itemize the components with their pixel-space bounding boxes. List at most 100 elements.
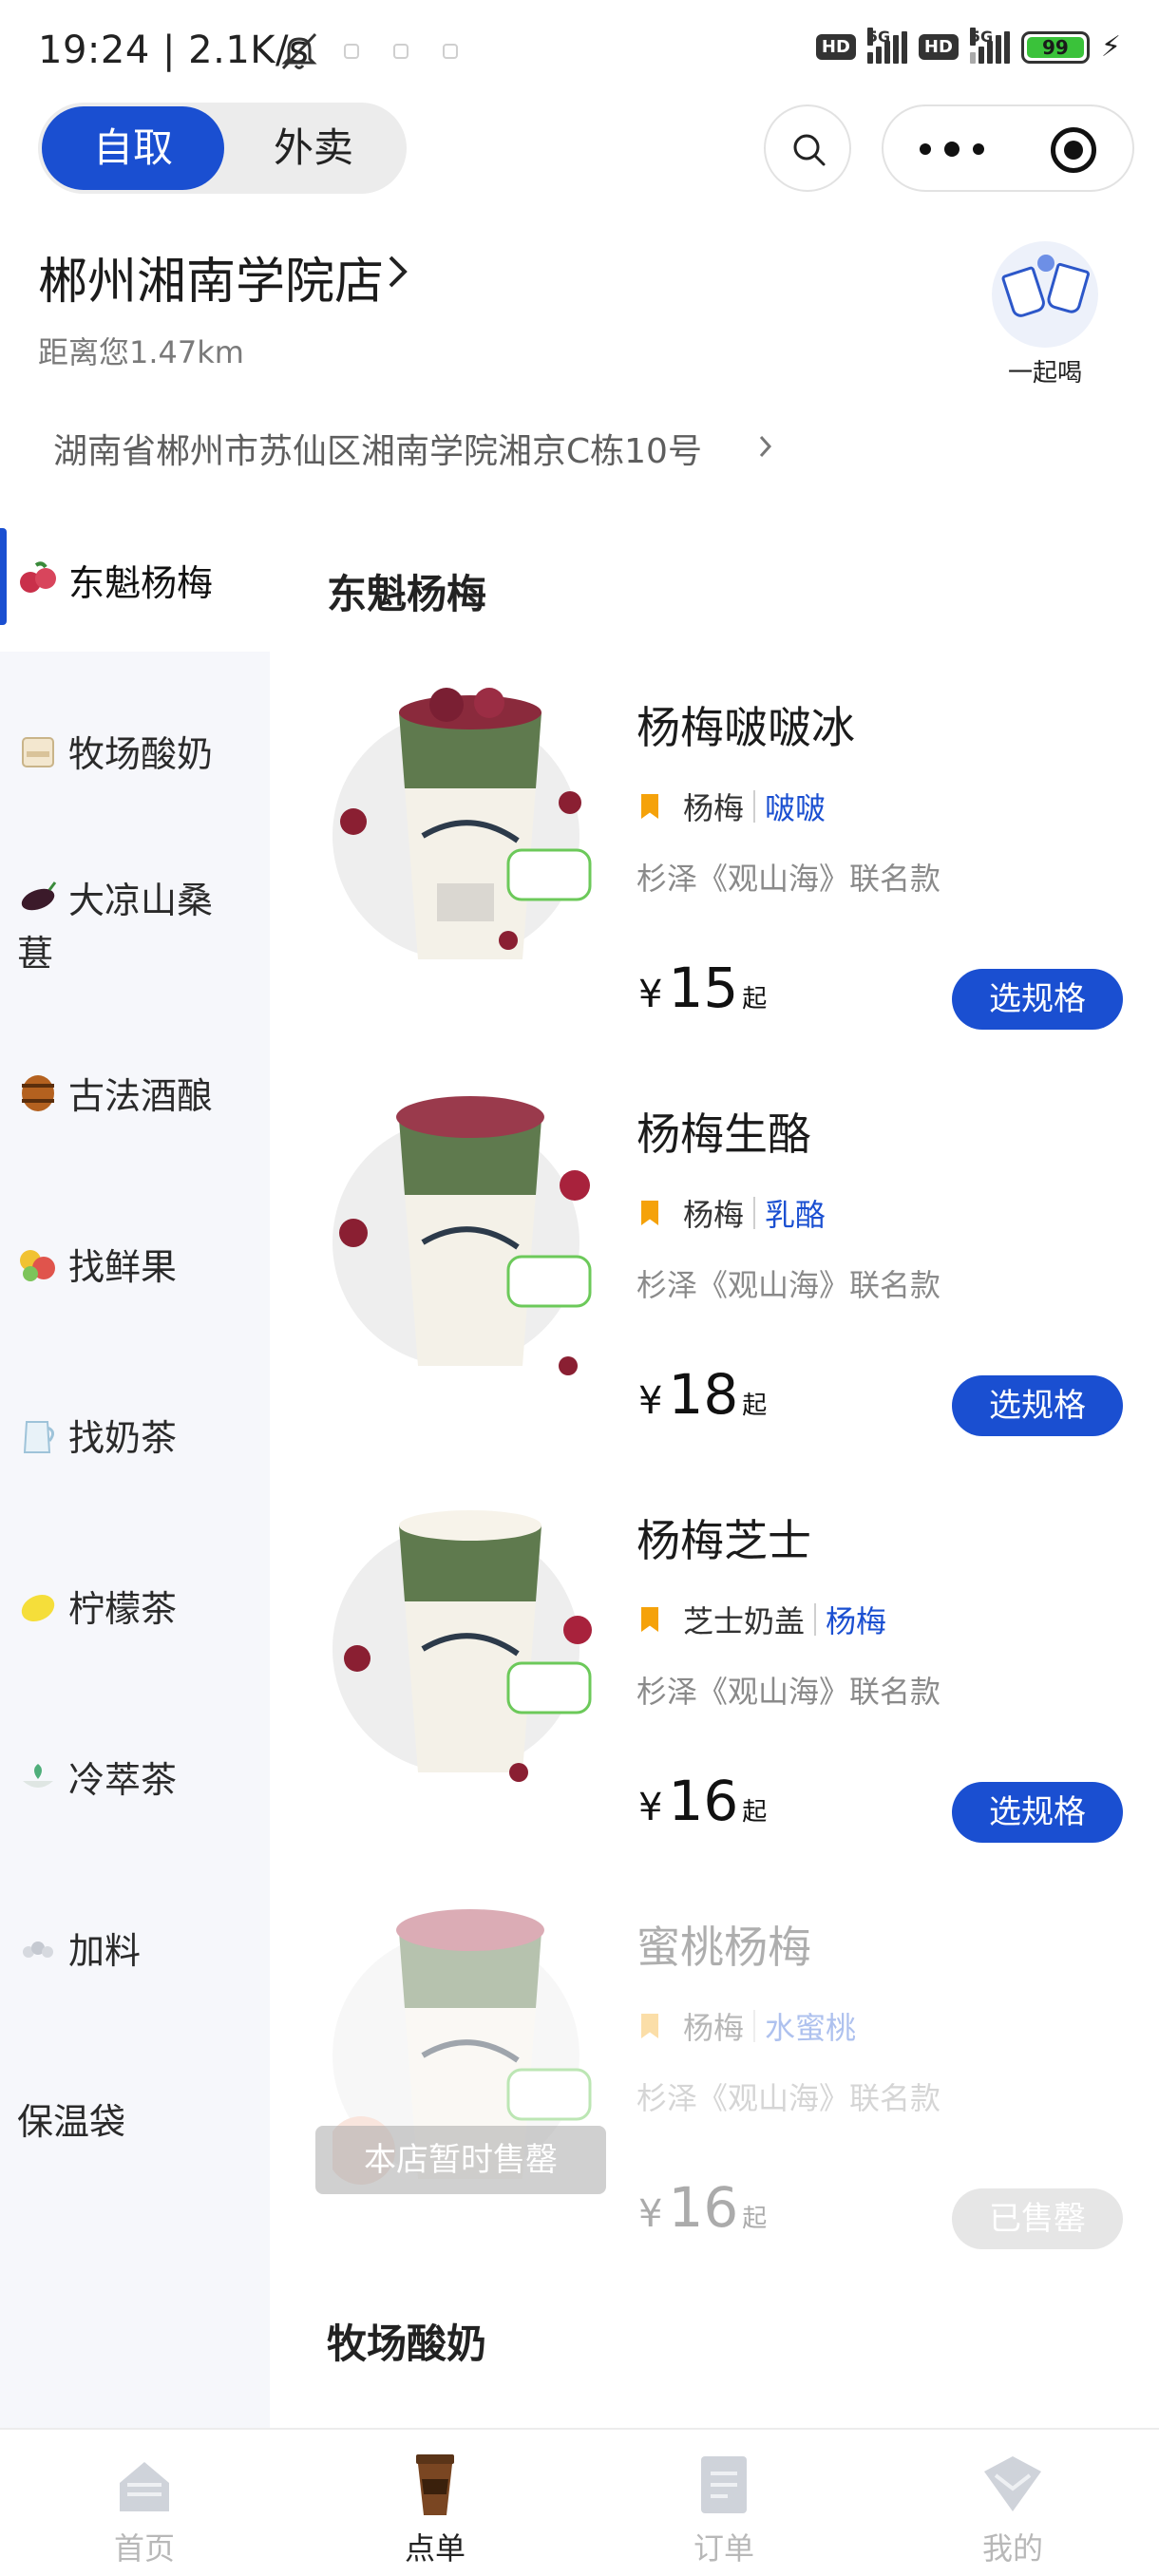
product-card[interactable]: 杨梅啵啵冰 杨梅 啵啵 杉泽《观山海》联名款 ¥15 起 选规格 — [314, 665, 1140, 1064]
barrel-icon — [17, 1072, 59, 1114]
milk-jug-icon — [17, 1414, 59, 1456]
product-card[interactable]: 杨梅芝士 芝士奶盖 杨梅 杉泽《观山海》联名款 ¥16 起 选规格 — [314, 1478, 1140, 1877]
store-name[interactable]: 郴州湘南学院店 — [38, 241, 384, 313]
product-price: ¥16 起 — [638, 2175, 768, 2240]
sidebar-item-yogurt[interactable]: 牧场酸奶 — [17, 728, 260, 781]
product-card[interactable]: 蜜桃杨梅 杨梅 水蜜桃 杉泽《观山海》联名款 ¥16 起 已售罄 — [314, 1885, 1140, 2283]
product-image — [332, 1510, 592, 1782]
product-name: 杨梅啵啵冰 — [636, 702, 855, 753]
section-title: 牧场酸奶 — [327, 2320, 487, 2367]
charging-icon: ⚡ — [1100, 30, 1121, 64]
sidebar-item-label: 找奶茶 — [68, 1417, 178, 1459]
order-icon — [701, 2456, 747, 2513]
nav-label: 点单 — [404, 2530, 466, 2567]
home-icon — [120, 2462, 169, 2511]
drink-together-button[interactable]: 一起喝 — [988, 241, 1102, 388]
product-tag: 芝士奶盖 — [683, 1603, 806, 1639]
store-distance: 距离您1.47km — [38, 334, 244, 370]
notification-icons — [344, 44, 458, 59]
sidebar-item-thermal-bag[interactable]: 保温袋 — [17, 2095, 260, 2149]
product-name: 蜜桃杨梅 — [636, 1922, 811, 1973]
miniprogram-capsule — [882, 104, 1134, 192]
nav-profile[interactable]: 我的 — [937, 2451, 1089, 2568]
bookmark-icon — [641, 1607, 658, 1632]
delivery-tab[interactable]: 外卖 — [224, 106, 403, 190]
product-tag: 水蜜桃 — [765, 2010, 857, 2046]
network-label: 5G — [969, 27, 994, 46]
select-spec-button[interactable]: 选规格 — [952, 1375, 1123, 1436]
product-tag: 乳酪 — [765, 1197, 826, 1233]
product-image — [332, 1096, 592, 1375]
sidebar-item-rice-wine[interactable]: 古法酒酿 — [17, 1070, 260, 1123]
search-icon — [793, 134, 826, 166]
sidebar-item-label: 加料 — [68, 1930, 142, 1972]
network-label: 5G — [866, 27, 891, 46]
sidebar-item-milk-tea[interactable]: 找奶茶 — [17, 1411, 260, 1465]
product-tags: 芝士奶盖 杨梅 — [641, 1598, 886, 1641]
sold-out-banner: 本店暂时售罄 — [315, 2126, 606, 2194]
sidebar-item-label: 葚 — [17, 933, 54, 975]
bayberry-icon — [17, 559, 59, 601]
sidebar-item-label: 柠檬茶 — [68, 1588, 178, 1630]
product-tag: 啵啵 — [765, 790, 826, 826]
nav-orders[interactable]: 订单 — [648, 2451, 800, 2568]
nav-label: 订单 — [693, 2530, 754, 2567]
sidebar-item-label: 古法酒酿 — [68, 1075, 214, 1117]
nav-home[interactable]: 首页 — [68, 2451, 220, 2568]
sidebar-item-lemon-tea[interactable]: 柠檬茶 — [17, 1582, 260, 1636]
topping-icon — [17, 1927, 59, 1969]
signal-icon: 5G — [969, 27, 1010, 64]
bottom-nav: 首页 点单 订单 我的 — [0, 2428, 1159, 2576]
product-tag: 杨梅 — [683, 2010, 745, 2046]
signal-icon: 5G — [866, 27, 907, 64]
search-button[interactable] — [764, 104, 851, 192]
sidebar-item-label: 冷萃茶 — [68, 1759, 178, 1801]
select-spec-button[interactable]: 选规格 — [952, 969, 1123, 1030]
pickup-delivery-toggle[interactable]: 自取 外卖 — [38, 103, 407, 194]
nav-label: 我的 — [981, 2530, 1043, 2567]
product-tag: 杨梅 — [683, 790, 745, 826]
sidebar-item-fresh-fruit[interactable]: 找鲜果 — [17, 1241, 260, 1294]
bookmark-icon — [641, 1201, 658, 1225]
store-address[interactable]: 湖南省郴州市苏仙区湘南学院湘京C栋10号 — [53, 424, 702, 473]
sidebar-item-bayberry[interactable]: 东魁杨梅 — [17, 557, 260, 610]
product-card[interactable]: 杨梅生酪 杨梅 乳酪 杉泽《观山海》联名款 ¥18 起 选规格 — [314, 1071, 1140, 1470]
product-tags: 杨梅 啵啵 — [641, 785, 826, 828]
product-image — [332, 688, 592, 959]
product-tag: 杨梅 — [683, 1197, 745, 1233]
status-right: HD 5G HD 5G 99 ⚡ — [815, 27, 1121, 64]
product-tags: 杨梅 乳酪 — [641, 1191, 826, 1235]
nav-order[interactable]: 点单 — [359, 2451, 511, 2568]
product-tags: 杨梅 水蜜桃 — [641, 2004, 856, 2048]
product-tag: 杨梅 — [826, 1603, 887, 1639]
drink-together-icon — [992, 241, 1098, 348]
status-bar: 19:24 | 2.1K/s HD 5G HD 5G 99 ⚡ — [0, 0, 1159, 103]
chevron-right-icon[interactable] — [386, 253, 410, 291]
product-subtitle: 杉泽《观山海》联名款 — [636, 1674, 941, 1710]
sidebar-item-label: 牧场酸奶 — [68, 733, 214, 775]
section-title: 东魁杨梅 — [327, 571, 487, 617]
close-target-icon[interactable] — [1051, 127, 1096, 173]
product-price: ¥16 起 — [638, 1769, 768, 1833]
sidebar-item-label: 东魁杨梅 — [68, 562, 214, 604]
chevron-right-icon[interactable] — [758, 433, 773, 460]
hd-badge: HD — [815, 34, 856, 60]
pickup-tab[interactable]: 自取 — [42, 106, 224, 190]
sidebar-item-cold-brew[interactable]: 冷萃茶 — [17, 1753, 260, 1807]
lemon-icon — [17, 1585, 59, 1627]
product-price: ¥18 起 — [638, 1362, 768, 1427]
category-sidebar: 东魁杨梅 牧场酸奶 大凉山桑 葚 古法酒酿 找鲜果 找奶茶 柠檬茶 冷萃茶 加料… — [0, 528, 270, 2432]
yogurt-icon — [17, 730, 59, 772]
product-subtitle: 杉泽《观山海》联名款 — [636, 2080, 941, 2116]
mute-bell-icon — [281, 32, 317, 70]
select-spec-button[interactable]: 选规格 — [952, 1782, 1123, 1843]
active-indicator — [0, 528, 7, 625]
bookmark-icon — [641, 2014, 658, 2038]
drink-together-label: 一起喝 — [1007, 359, 1082, 388]
sidebar-item-mulberry[interactable]: 大凉山桑 葚 — [17, 874, 260, 980]
more-dots-icon[interactable] — [920, 137, 986, 161]
sidebar-item-toppings[interactable]: 加料 — [17, 1924, 260, 1978]
sidebar-item-label: 大凉山桑 — [68, 880, 214, 921]
battery-level: 99 — [1026, 36, 1084, 59]
battery-icon: 99 — [1020, 30, 1090, 64]
